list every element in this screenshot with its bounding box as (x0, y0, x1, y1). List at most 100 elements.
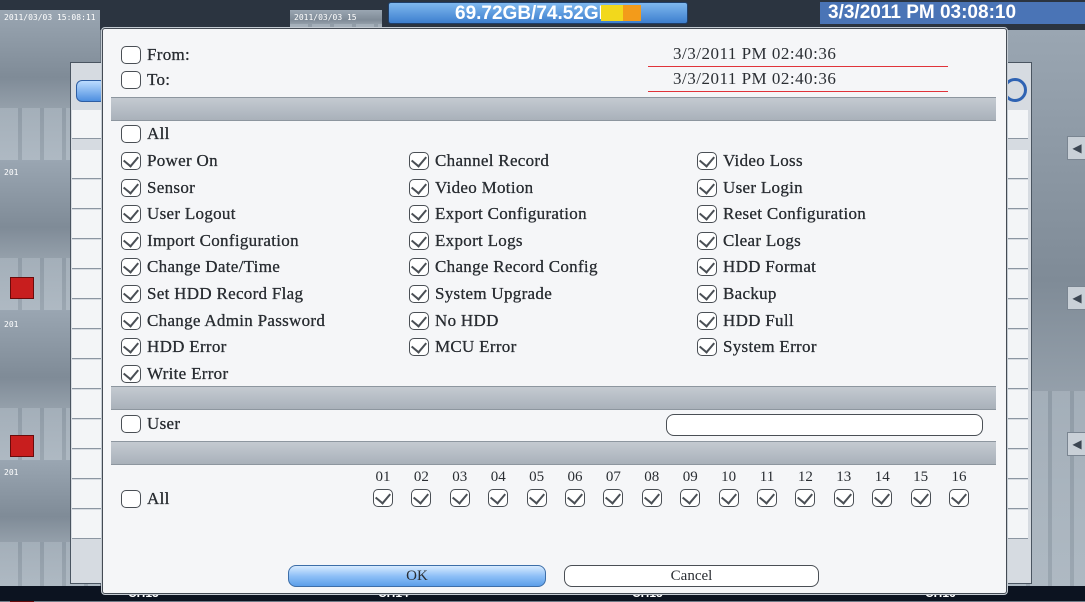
event-label: User Logout (147, 204, 236, 224)
channel-checkbox[interactable] (373, 489, 393, 507)
record-icon (10, 277, 34, 299)
channel-number: 13 (836, 469, 852, 485)
event-label: Change Admin Password (147, 310, 326, 330)
channel-checkbox[interactable] (449, 489, 470, 507)
event-checkbox[interactable] (409, 258, 429, 277)
user-label: User (147, 414, 181, 433)
event-checkbox[interactable] (409, 285, 429, 303)
log-filter-dialog: From: 3/3/2011 PM 02:40:36 To: 3/3/2011 … (102, 28, 1007, 594)
channels-all-checkbox[interactable] (121, 490, 141, 508)
event-label: Sensor (147, 177, 196, 197)
event-checkbox[interactable] (697, 231, 717, 250)
user-input[interactable] (666, 414, 983, 436)
event-label: Power On (147, 151, 218, 170)
channel-checkbox[interactable] (910, 489, 931, 507)
cancel-button[interactable]: Cancel (564, 565, 819, 587)
event-label: User Login (723, 177, 803, 197)
event-checkbox[interactable] (121, 311, 141, 330)
channel-checkbox[interactable] (795, 489, 816, 507)
event-checkbox[interactable] (121, 231, 141, 250)
user-checkbox[interactable] (121, 415, 141, 433)
to-underline (648, 91, 948, 92)
event-checkbox[interactable] (697, 338, 717, 357)
channel-checkbox[interactable] (488, 489, 509, 507)
channel-checkbox[interactable] (833, 489, 854, 507)
event-checkbox[interactable] (697, 178, 717, 197)
event-checkbox[interactable] (121, 364, 141, 383)
event-label: Export Logs (435, 230, 523, 250)
channel-checkbox[interactable] (603, 489, 624, 507)
channel-number: 14 (874, 469, 890, 485)
channel-checkbox[interactable] (757, 489, 777, 507)
event-checkbox[interactable] (409, 152, 429, 170)
event-label: Reset Configuration (723, 204, 867, 224)
event-label: MCU Error (435, 337, 517, 357)
ok-button[interactable]: OK (288, 565, 546, 587)
section-divider (111, 97, 996, 121)
channel-number: 10 (721, 469, 737, 485)
record-icon (10, 435, 34, 457)
channel-number: 07 (605, 469, 621, 485)
channel-checkbox[interactable] (718, 489, 739, 507)
event-label: Change Record Config (435, 257, 598, 277)
from-label: From: (147, 45, 191, 64)
event-label: Change Date/Time (147, 257, 281, 277)
event-label: Import Configuration (147, 230, 299, 250)
event-checkbox[interactable] (121, 178, 141, 197)
channel-checkbox[interactable] (949, 489, 969, 507)
from-underline (648, 66, 948, 67)
to-datetime[interactable]: 3/3/2011 PM 02:40:36 (673, 69, 836, 89)
event-checkbox[interactable] (121, 285, 141, 303)
event-checkbox[interactable] (409, 231, 429, 250)
channel-number: 02 (413, 469, 429, 485)
events-all-checkbox[interactable] (121, 125, 141, 143)
arrow-left-icon[interactable]: ◀ (1067, 136, 1085, 160)
channel-checkbox[interactable] (411, 489, 432, 507)
arrow-left-icon[interactable]: ◀ (1067, 432, 1085, 456)
event-checkbox[interactable] (409, 205, 429, 224)
events-all-label: All (147, 124, 170, 143)
event-checkbox[interactable] (697, 285, 717, 303)
system-clock: 3/3/2011 PM 03:08:10 (820, 2, 1085, 24)
event-label: Video Loss (723, 151, 803, 170)
section-divider (111, 386, 996, 410)
event-checkbox[interactable] (697, 311, 717, 330)
event-checkbox[interactable] (121, 205, 141, 224)
from-checkbox[interactable] (121, 46, 141, 64)
channel-number: 03 (452, 469, 468, 485)
channel-number: 01 (375, 469, 391, 485)
event-checkbox[interactable] (697, 205, 717, 224)
disk-usage-text: 69.72GB/74.52GB (455, 3, 613, 24)
channel-number: 06 (567, 469, 583, 485)
event-label: Export Configuration (435, 204, 587, 224)
event-checkbox[interactable] (409, 178, 429, 197)
channel-checkbox[interactable] (680, 489, 701, 507)
event-checkbox[interactable] (409, 338, 429, 357)
event-label: HDD Error (147, 337, 227, 357)
event-checkbox[interactable] (409, 311, 429, 330)
from-datetime[interactable]: 3/3/2011 PM 02:40:36 (673, 44, 836, 64)
event-label: Channel Record (435, 151, 550, 170)
tile-timestamp: 201 (4, 168, 19, 177)
channel-checkbox[interactable] (565, 489, 585, 507)
channel-checkbox[interactable] (872, 489, 893, 507)
event-label: Video Motion (435, 177, 534, 197)
channel-number: 12 (797, 469, 813, 485)
event-checkbox[interactable] (121, 258, 141, 277)
event-checkbox[interactable] (121, 152, 141, 170)
disk-usage-bar: 69.72GB/74.52GB (388, 2, 688, 24)
event-checkbox[interactable] (697, 258, 717, 277)
event-checkbox[interactable] (697, 152, 717, 170)
channel-number: 08 (644, 469, 660, 485)
arrow-left-icon[interactable]: ◀ (1067, 286, 1085, 310)
section-divider (111, 441, 996, 465)
channel-checkbox[interactable] (641, 489, 662, 507)
channels-all-label: All (147, 489, 170, 508)
channel-number: 04 (490, 469, 506, 485)
channel-number: 09 (682, 469, 698, 485)
event-label: No HDD (435, 310, 499, 330)
event-checkbox[interactable] (121, 338, 141, 357)
channel-checkbox[interactable] (526, 489, 547, 507)
to-checkbox[interactable] (121, 71, 141, 89)
event-label: HDD Format (723, 257, 817, 277)
